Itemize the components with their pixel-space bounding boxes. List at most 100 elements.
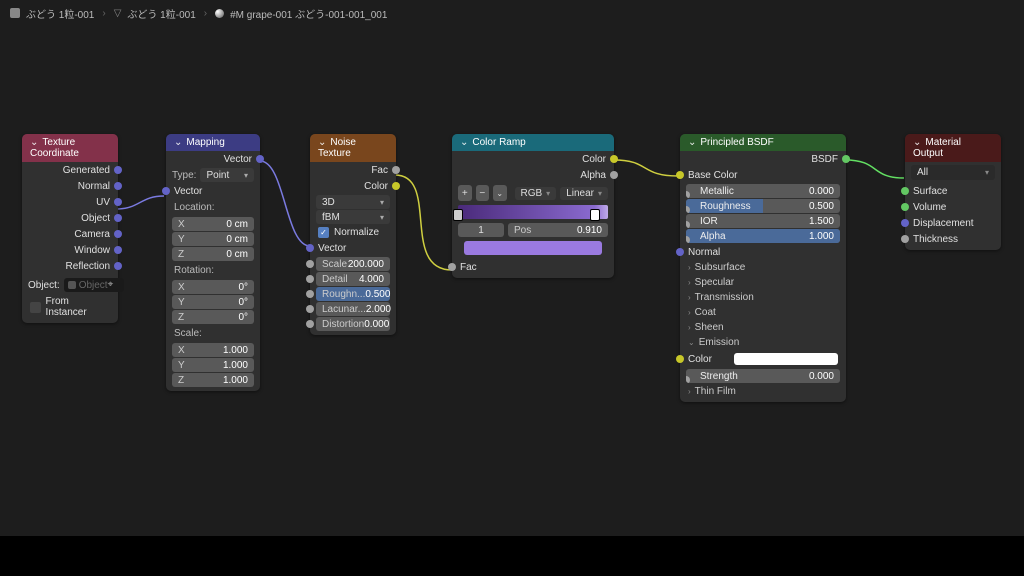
normalize-checkbox[interactable]: ✓Normalize: [310, 225, 396, 240]
output-fac[interactable]: Fac: [310, 162, 396, 178]
socket-color[interactable]: [676, 171, 684, 179]
input-volume[interactable]: Volume: [905, 199, 1001, 215]
emission-color-swatch[interactable]: [734, 353, 838, 365]
bsdf-ior[interactable]: IOR1.500: [686, 214, 840, 228]
bsdf-alpha[interactable]: Alpha1.000: [686, 229, 840, 243]
noise-distortion[interactable]: Distortion0.000: [316, 317, 390, 331]
socket-value[interactable]: [306, 320, 314, 328]
ramp-stop[interactable]: [453, 209, 463, 221]
node-principled-bsdf[interactable]: ⌄Principled BSDF BSDF Base Color Metalli…: [680, 134, 846, 402]
output-uv[interactable]: UV: [22, 194, 118, 210]
rotation-x[interactable]: X0°: [172, 280, 254, 294]
socket-shader[interactable]: [901, 187, 909, 195]
output-bsdf[interactable]: BSDF: [680, 151, 846, 167]
node-mapping[interactable]: ⌄Mapping Vector Type: Point Vector Locat…: [166, 134, 260, 391]
bsdf-roughness[interactable]: Roughness0.500: [686, 199, 840, 213]
input-emission-color[interactable]: Color: [680, 350, 846, 368]
input-normal[interactable]: Normal: [680, 244, 846, 260]
node-material-output[interactable]: ⌄Material Output All Surface Volume Disp…: [905, 134, 1001, 250]
ramp-menu-button[interactable]: ⌄: [493, 185, 507, 201]
output-object[interactable]: Object: [22, 210, 118, 226]
location-y[interactable]: Y0 cm: [172, 232, 254, 246]
output-color[interactable]: Color: [452, 151, 614, 167]
output-normal[interactable]: Normal: [22, 178, 118, 194]
output-generated[interactable]: Generated: [22, 162, 118, 178]
socket-color[interactable]: [610, 155, 618, 163]
ramp-stop-color[interactable]: [464, 241, 602, 255]
group-thin-film[interactable]: ›Thin Film: [680, 384, 846, 399]
socket-vector[interactable]: [901, 219, 909, 227]
socket-vector[interactable]: [162, 187, 170, 195]
group-emission[interactable]: ⌄Emission: [680, 335, 846, 350]
node-editor-canvas[interactable]: ⌄Texture Coordinate Generated Normal UV …: [0, 22, 1024, 576]
from-instancer-checkbox[interactable]: ✓From Instancer: [22, 294, 118, 320]
socket-value[interactable]: [686, 236, 690, 243]
group-subsurface[interactable]: ›Subsurface: [680, 260, 846, 275]
input-thickness[interactable]: Thickness: [905, 231, 1001, 247]
socket-value[interactable]: [686, 191, 690, 198]
input-base-color[interactable]: Base Color: [680, 167, 846, 183]
node-header[interactable]: ⌄Principled BSDF: [680, 134, 846, 151]
socket-value[interactable]: [306, 260, 314, 268]
location-x[interactable]: X0 cm: [172, 217, 254, 231]
ramp-add-button[interactable]: +: [458, 185, 472, 201]
socket-vector[interactable]: [114, 198, 122, 206]
noise-detail[interactable]: Detail4.000: [316, 272, 390, 286]
node-header[interactable]: ⌄Color Ramp: [452, 134, 614, 151]
input-vector[interactable]: Vector: [166, 183, 260, 199]
breadcrumb-item[interactable]: ぶどう 1粒-001: [127, 6, 195, 21]
node-color-ramp[interactable]: ⌄Color Ramp Color Alpha + − ⌄ RGB Linear…: [452, 134, 614, 278]
location-z[interactable]: Z0 cm: [172, 247, 254, 261]
socket-value[interactable]: [306, 305, 314, 313]
socket-vector[interactable]: [676, 248, 684, 256]
type-select[interactable]: Point: [200, 168, 254, 182]
socket-vector[interactable]: [114, 166, 122, 174]
scale-y[interactable]: Y1.000: [172, 358, 254, 372]
socket-vector[interactable]: [114, 214, 122, 222]
socket-value[interactable]: [901, 235, 909, 243]
group-transmission[interactable]: ›Transmission: [680, 290, 846, 305]
output-vector[interactable]: Vector: [166, 151, 260, 167]
eyedropper-icon[interactable]: ⌖: [108, 279, 120, 291]
scale-z[interactable]: Z1.000: [172, 373, 254, 387]
ramp-stop[interactable]: [590, 209, 600, 221]
group-specular[interactable]: ›Specular: [680, 275, 846, 290]
node-texture-coordinate[interactable]: ⌄Texture Coordinate Generated Normal UV …: [22, 134, 118, 323]
dimension-select[interactable]: 3D: [316, 195, 390, 209]
socket-value[interactable]: [686, 376, 690, 383]
output-alpha[interactable]: Alpha: [452, 167, 614, 183]
ramp-color-mode[interactable]: RGB: [515, 187, 557, 200]
socket-value[interactable]: [306, 290, 314, 298]
output-reflection[interactable]: Reflection: [22, 258, 118, 274]
breadcrumb-item[interactable]: #M grape-001 ぶどう-001-001_001: [230, 6, 387, 21]
socket-value[interactable]: [448, 263, 456, 271]
noise-roughn[interactable]: Roughn...0.500: [316, 287, 390, 301]
input-fac[interactable]: Fac: [452, 259, 614, 275]
rotation-z[interactable]: Z0°: [172, 310, 254, 324]
ramp-remove-button[interactable]: −: [476, 185, 490, 201]
socket-vector[interactable]: [114, 262, 122, 270]
socket-vector[interactable]: [114, 230, 122, 238]
bsdf-metallic[interactable]: Metallic0.000: [686, 184, 840, 198]
node-noise-texture[interactable]: ⌄Noise Texture Fac Color 3D fBM ✓Normali…: [310, 134, 396, 335]
mode-select[interactable]: fBM: [316, 210, 390, 224]
socket-value[interactable]: [686, 221, 690, 228]
ramp-interp-mode[interactable]: Linear: [560, 187, 608, 200]
object-reference[interactable]: Object: Object⌖: [22, 276, 118, 294]
breadcrumb-item[interactable]: ぶどう 1粒-001: [26, 6, 94, 21]
socket-value[interactable]: [686, 206, 690, 213]
socket-color[interactable]: [392, 182, 400, 190]
ramp-stop-index[interactable]: 1: [458, 223, 504, 237]
noise-scale[interactable]: Scale200.000: [316, 257, 390, 271]
output-color[interactable]: Color: [310, 178, 396, 194]
input-displacement[interactable]: Displacement: [905, 215, 1001, 231]
input-emission-strength[interactable]: Strength0.000: [686, 369, 840, 383]
socket-value[interactable]: [392, 166, 400, 174]
input-surface[interactable]: Surface: [905, 183, 1001, 199]
group-sheen[interactable]: ›Sheen: [680, 320, 846, 335]
group-coat[interactable]: ›Coat: [680, 305, 846, 320]
socket-value[interactable]: [610, 171, 618, 179]
input-vector[interactable]: Vector: [310, 240, 396, 256]
socket-vector[interactable]: [114, 246, 122, 254]
node-header[interactable]: ⌄Noise Texture: [310, 134, 396, 162]
